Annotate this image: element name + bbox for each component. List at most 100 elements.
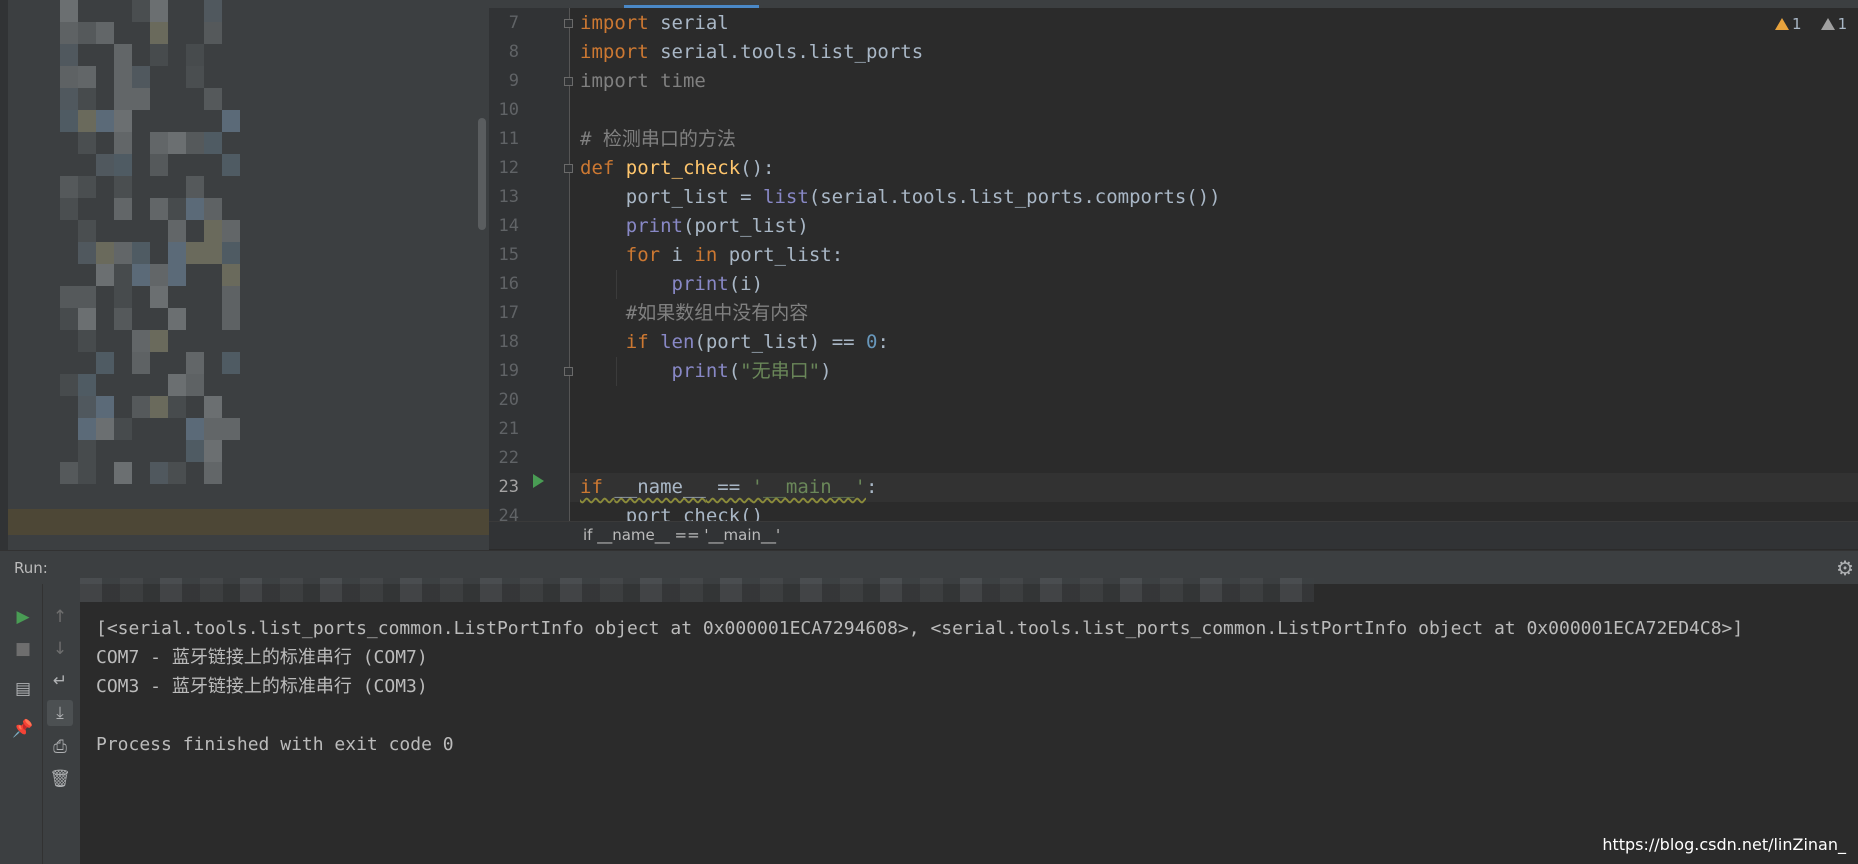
stop-icon[interactable]: ■ bbox=[10, 636, 36, 662]
soft-wrap-icon[interactable]: ↵ bbox=[47, 668, 73, 694]
blurred-tree-block bbox=[114, 176, 132, 198]
code-token: print bbox=[625, 215, 683, 237]
line-number: 8 bbox=[508, 42, 519, 62]
code-line[interactable]: print(port_list) bbox=[570, 212, 1858, 241]
project-scrollbar[interactable] bbox=[478, 118, 486, 230]
code-line[interactable]: for i in port_list: bbox=[570, 241, 1858, 270]
code-token: (): bbox=[740, 157, 775, 179]
run-gutter-icon[interactable] bbox=[533, 474, 544, 488]
code-line[interactable]: def port_check(): bbox=[570, 154, 1858, 183]
line-number: 17 bbox=[498, 303, 519, 323]
indent-guide bbox=[616, 270, 617, 299]
run-console[interactable]: [<serial.tools.list_ports_common.ListPor… bbox=[80, 584, 1858, 864]
blurred-tree-block bbox=[150, 22, 168, 44]
code-line[interactable]: import serial bbox=[570, 9, 1858, 38]
code-editor[interactable]: import serial import serial.tools.list_po… bbox=[570, 8, 1858, 549]
code-line[interactable]: print(i) bbox=[570, 270, 1858, 299]
blurred-tree-block bbox=[132, 264, 150, 286]
code-line[interactable] bbox=[570, 444, 1858, 473]
print-icon[interactable]: ⎙ bbox=[47, 734, 73, 760]
blurred-tree-block bbox=[96, 22, 114, 44]
gear-icon[interactable]: ⚙ bbox=[1836, 556, 1854, 580]
code-line[interactable]: import serial.tools.list_ports bbox=[570, 38, 1858, 67]
console-line: COM7 - 蓝牙链接上的标准串行 (COM7) bbox=[96, 647, 428, 668]
rerun-icon[interactable]: ▶ bbox=[10, 604, 36, 630]
fold-marker-icon[interactable] bbox=[564, 164, 573, 173]
blurred-tree-block bbox=[168, 198, 186, 220]
layout-icon[interactable]: ▤ bbox=[10, 676, 36, 702]
blurred-tree-block bbox=[222, 418, 240, 440]
blurred-tree-block bbox=[60, 198, 78, 220]
trash-icon[interactable]: 🗑 bbox=[47, 766, 73, 792]
blurred-command-line bbox=[80, 578, 1314, 602]
code-line[interactable] bbox=[570, 415, 1858, 444]
blurred-tree-block bbox=[60, 66, 78, 88]
blurred-tree-block bbox=[60, 88, 78, 110]
code-line[interactable]: print("无串口") bbox=[570, 357, 1858, 386]
blurred-tree-block bbox=[78, 330, 96, 352]
console-line: Process finished with exit code 0 bbox=[96, 734, 454, 755]
blurred-tree-block bbox=[150, 44, 168, 66]
code-token: port_list: bbox=[728, 244, 844, 266]
line-number: 15 bbox=[498, 245, 519, 265]
code-token: (port_list) == bbox=[694, 331, 867, 353]
blurred-tree-block bbox=[132, 88, 150, 110]
blurred-tree-block bbox=[60, 374, 78, 396]
blurred-tree-block bbox=[114, 110, 132, 132]
blurred-tree-block bbox=[132, 330, 150, 352]
code-line[interactable] bbox=[570, 96, 1858, 125]
code-line[interactable]: if __name__ == '__main__': bbox=[570, 473, 1858, 502]
code-token: ) bbox=[820, 360, 832, 382]
code-token: i bbox=[671, 244, 695, 266]
code-token: in bbox=[694, 244, 729, 266]
code-line[interactable]: port_list = list(serial.tools.list_ports… bbox=[570, 183, 1858, 212]
blurred-tree-block bbox=[186, 440, 204, 462]
blurred-tree-block bbox=[114, 264, 132, 286]
scroll-to-end-icon[interactable]: ⤓ bbox=[47, 700, 73, 726]
left-tool-strip bbox=[0, 0, 8, 550]
blurred-tree-block bbox=[150, 154, 168, 176]
run-panel-title[interactable]: Run: bbox=[14, 559, 48, 577]
project-tree-selected-row[interactable] bbox=[8, 509, 489, 535]
blurred-tree-block bbox=[78, 220, 96, 242]
blurred-tree-block bbox=[60, 308, 78, 330]
blurred-tree-block bbox=[204, 418, 222, 440]
blurred-tree-block bbox=[168, 220, 186, 242]
blurred-tree-block bbox=[114, 132, 132, 154]
blurred-tree-block bbox=[186, 132, 204, 154]
blurred-tree-block bbox=[78, 440, 96, 462]
code-line[interactable]: # 检测串口的方法 bbox=[570, 125, 1858, 154]
code-token: __name__ bbox=[614, 476, 706, 498]
blurred-tree-block bbox=[114, 88, 132, 110]
blurred-tree-block bbox=[186, 176, 204, 198]
code-line[interactable]: if len(port_list) == 0: bbox=[570, 328, 1858, 357]
editor-tab-bar[interactable] bbox=[489, 0, 1858, 8]
code-token: (i) bbox=[728, 273, 764, 295]
code-line[interactable]: #如果数组中没有内容 bbox=[570, 299, 1858, 328]
pin-icon[interactable]: 📌 bbox=[10, 716, 36, 742]
fold-marker-icon[interactable] bbox=[564, 77, 573, 86]
inspection-widget[interactable]: 1 1 bbox=[1775, 13, 1847, 35]
blurred-tree-block bbox=[222, 308, 240, 330]
code-token: print bbox=[671, 273, 729, 295]
scroll-up-icon[interactable]: ↑ bbox=[47, 604, 73, 630]
blurred-tree-block bbox=[186, 242, 204, 264]
fold-marker-icon[interactable] bbox=[564, 367, 573, 376]
blurred-tree-block bbox=[78, 242, 96, 264]
blurred-tree-block bbox=[78, 396, 96, 418]
blurred-tree-block bbox=[78, 462, 96, 484]
blurred-tree-block bbox=[150, 132, 168, 154]
fold-marker-icon[interactable] bbox=[564, 19, 573, 28]
blurred-tree-block bbox=[150, 0, 168, 22]
blurred-tree-block bbox=[78, 88, 96, 110]
breadcrumb[interactable]: if __name__ == '__main__' bbox=[583, 526, 780, 544]
blurred-tree-block bbox=[150, 396, 168, 418]
blurred-tree-block bbox=[222, 220, 240, 242]
code-line[interactable] bbox=[570, 386, 1858, 415]
blurred-tree-block bbox=[204, 132, 222, 154]
code-line[interactable]: import time bbox=[570, 67, 1858, 96]
blurred-tree-block bbox=[78, 132, 96, 154]
code-token: import bbox=[580, 41, 661, 63]
scroll-down-icon[interactable]: ↓ bbox=[47, 636, 73, 662]
